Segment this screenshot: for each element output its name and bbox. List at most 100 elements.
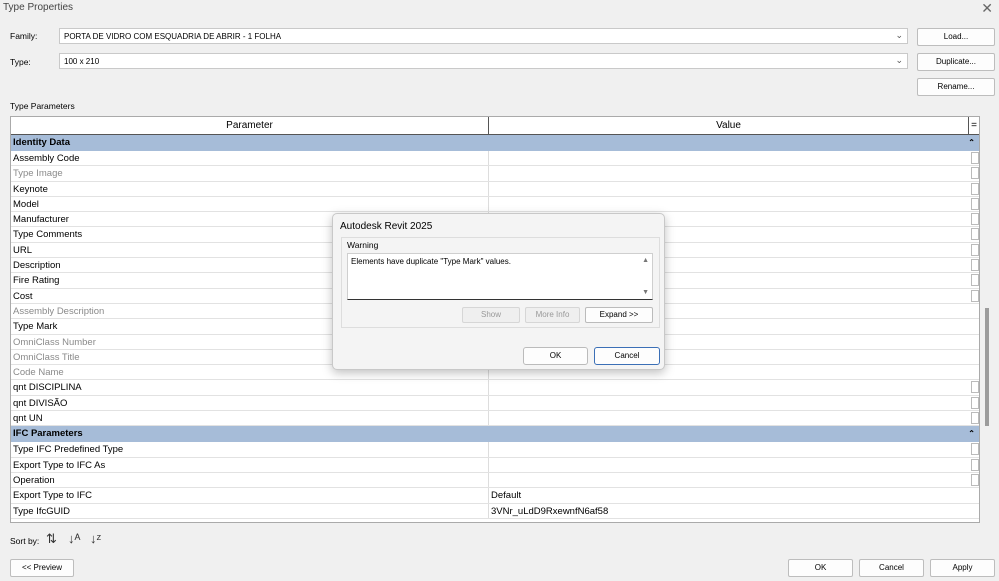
- parameter-value[interactable]: [489, 151, 979, 165]
- parameter-name: Model: [11, 196, 489, 212]
- parameter-name: Type IFC Predefined Type: [11, 442, 489, 457]
- parameter-name: Keynote: [11, 181, 489, 196]
- edit-button[interactable]: [971, 412, 979, 425]
- edit-button[interactable]: [971, 381, 979, 394]
- family-select[interactable]: PORTA DE VIDRO COM ESQUADRIA DE ABRIR - …: [59, 28, 908, 44]
- edit-button[interactable]: [971, 396, 979, 409]
- parameter-value[interactable]: [489, 396, 979, 410]
- grid-header: Parameter Value =: [11, 117, 979, 135]
- sort-grouped-icon[interactable]: ⇅: [46, 531, 57, 547]
- load-button[interactable]: Load...: [917, 28, 995, 46]
- table-row[interactable]: Model: [11, 196, 979, 213]
- parameter-value[interactable]: 3VNr_uLdD9RxewnfN6af58: [489, 504, 979, 518]
- parameter-value[interactable]: [489, 411, 979, 425]
- preview-button[interactable]: << Preview: [10, 559, 74, 577]
- edit-button[interactable]: [971, 243, 979, 256]
- type-select[interactable]: 100 x 210 ⌄: [59, 53, 908, 69]
- apply-button[interactable]: Apply: [930, 559, 995, 577]
- duplicate-button[interactable]: Duplicate...: [917, 53, 995, 71]
- edit-button[interactable]: [971, 182, 979, 195]
- parameter-value[interactable]: [489, 182, 979, 196]
- parameter-value[interactable]: [489, 166, 979, 180]
- group-name: Identity Data: [13, 137, 71, 148]
- edit-button[interactable]: [971, 443, 979, 456]
- chevron-down-icon: ⌄: [895, 30, 903, 40]
- parameter-name: qnt UN: [11, 411, 489, 426]
- parameter-name: Assembly Code: [11, 151, 489, 166]
- edit-button[interactable]: [971, 213, 979, 226]
- parameter-value-text: Default: [491, 490, 522, 502]
- dialog-title: Autodesk Revit 2025: [340, 221, 433, 232]
- ok-button[interactable]: OK: [788, 559, 853, 577]
- scroll-down-icon[interactable]: ▼: [642, 289, 649, 296]
- parameter-name: Export Type to IFC: [11, 488, 489, 503]
- warning-dialog: Autodesk Revit 2025 Warning Elements hav…: [332, 213, 665, 370]
- dialog-cancel-button[interactable]: Cancel: [594, 347, 660, 365]
- sort-descending-icon[interactable]: ↓ᶻ: [90, 531, 101, 546]
- sort-ascending-icon[interactable]: ↓ᴬ: [68, 531, 80, 546]
- edit-button[interactable]: [971, 259, 979, 272]
- table-row[interactable]: Type Image: [11, 166, 979, 182]
- parameter-name: Operation: [11, 472, 489, 488]
- scroll-up-icon[interactable]: ▲: [642, 257, 649, 264]
- group-name: IFC Parameters: [13, 428, 83, 440]
- grid-scrollbar[interactable]: [985, 308, 989, 426]
- cancel-button[interactable]: Cancel: [859, 559, 924, 577]
- parameter-name: Type Image: [11, 166, 489, 181]
- parameter-value[interactable]: [489, 380, 979, 394]
- edit-button[interactable]: [971, 473, 979, 486]
- rename-button[interactable]: Rename...: [917, 78, 995, 96]
- table-row[interactable]: Export Type to IFC As: [11, 457, 979, 473]
- parameter-name: qnt DISCIPLINA: [11, 380, 489, 395]
- table-row[interactable]: qnt DIVISÃO: [11, 395, 979, 412]
- table-row[interactable]: qnt DISCIPLINA: [11, 380, 979, 396]
- edit-button[interactable]: [971, 458, 979, 471]
- table-row[interactable]: Type IFC Predefined Type: [11, 442, 979, 458]
- edit-button[interactable]: [971, 197, 979, 210]
- family-value: PORTA DE VIDRO COM ESQUADRIA DE ABRIR - …: [64, 32, 282, 41]
- show-button[interactable]: Show: [462, 307, 520, 323]
- table-row[interactable]: Type IfcGUID 3VNr_uLdD9RxewnfN6af58: [11, 503, 979, 519]
- dialog-ok-button[interactable]: OK: [523, 347, 588, 365]
- type-parameters-label: Type Parameters: [10, 101, 75, 111]
- parameter-name: Type IfcGUID: [11, 503, 489, 518]
- type-value: 100 x 210: [64, 57, 100, 66]
- collapse-icon[interactable]: ⌃: [968, 426, 975, 442]
- edit-button[interactable]: [971, 274, 979, 287]
- edit-button[interactable]: [971, 289, 979, 302]
- parameter-value[interactable]: [489, 197, 979, 211]
- sort-by-label: Sort by:: [10, 536, 40, 546]
- warning-label: Warning: [347, 240, 379, 250]
- edit-button[interactable]: [971, 167, 979, 180]
- table-row[interactable]: Export Type to IFC Default: [11, 488, 979, 504]
- parameter-name: qnt DIVISÃO: [11, 395, 489, 411]
- more-info-button[interactable]: More Info: [525, 307, 580, 323]
- chevron-down-icon: ⌄: [895, 55, 903, 65]
- warning-message-box: Elements have duplicate "Type Mark" valu…: [347, 253, 653, 300]
- table-row[interactable]: Assembly Code: [11, 151, 979, 167]
- value-column-header[interactable]: Value: [489, 117, 969, 134]
- parameter-value[interactable]: [489, 442, 979, 456]
- window-title: Type Properties: [3, 2, 74, 13]
- edit-button[interactable]: [971, 152, 979, 164]
- collapse-icon[interactable]: ⌃: [968, 135, 975, 151]
- warning-message: Elements have duplicate "Type Mark" valu…: [351, 257, 511, 266]
- table-row[interactable]: Operation: [11, 472, 979, 489]
- expand-button[interactable]: Expand >>: [585, 307, 653, 323]
- edit-button[interactable]: [971, 228, 979, 241]
- family-label: Family:: [10, 31, 38, 41]
- group-header[interactable]: Identity Data ⌃: [11, 135, 979, 151]
- group-header[interactable]: IFC Parameters ⌃: [11, 426, 979, 443]
- parameter-column-header[interactable]: Parameter: [11, 117, 489, 134]
- warning-group: Warning Elements have duplicate "Type Ma…: [341, 237, 660, 328]
- close-icon[interactable]: ✕: [981, 0, 993, 17]
- column-menu-icon[interactable]: =: [969, 117, 979, 134]
- type-label: Type:: [10, 57, 31, 67]
- parameter-value-text: 3VNr_uLdD9RxewnfN6af58: [491, 505, 609, 517]
- table-row[interactable]: qnt UN: [11, 411, 979, 427]
- parameter-value[interactable]: Default: [489, 488, 979, 502]
- parameter-value[interactable]: [489, 458, 979, 472]
- parameter-name: Export Type to IFC As: [11, 457, 489, 472]
- parameter-value[interactable]: [489, 473, 979, 487]
- table-row[interactable]: Keynote: [11, 181, 979, 197]
